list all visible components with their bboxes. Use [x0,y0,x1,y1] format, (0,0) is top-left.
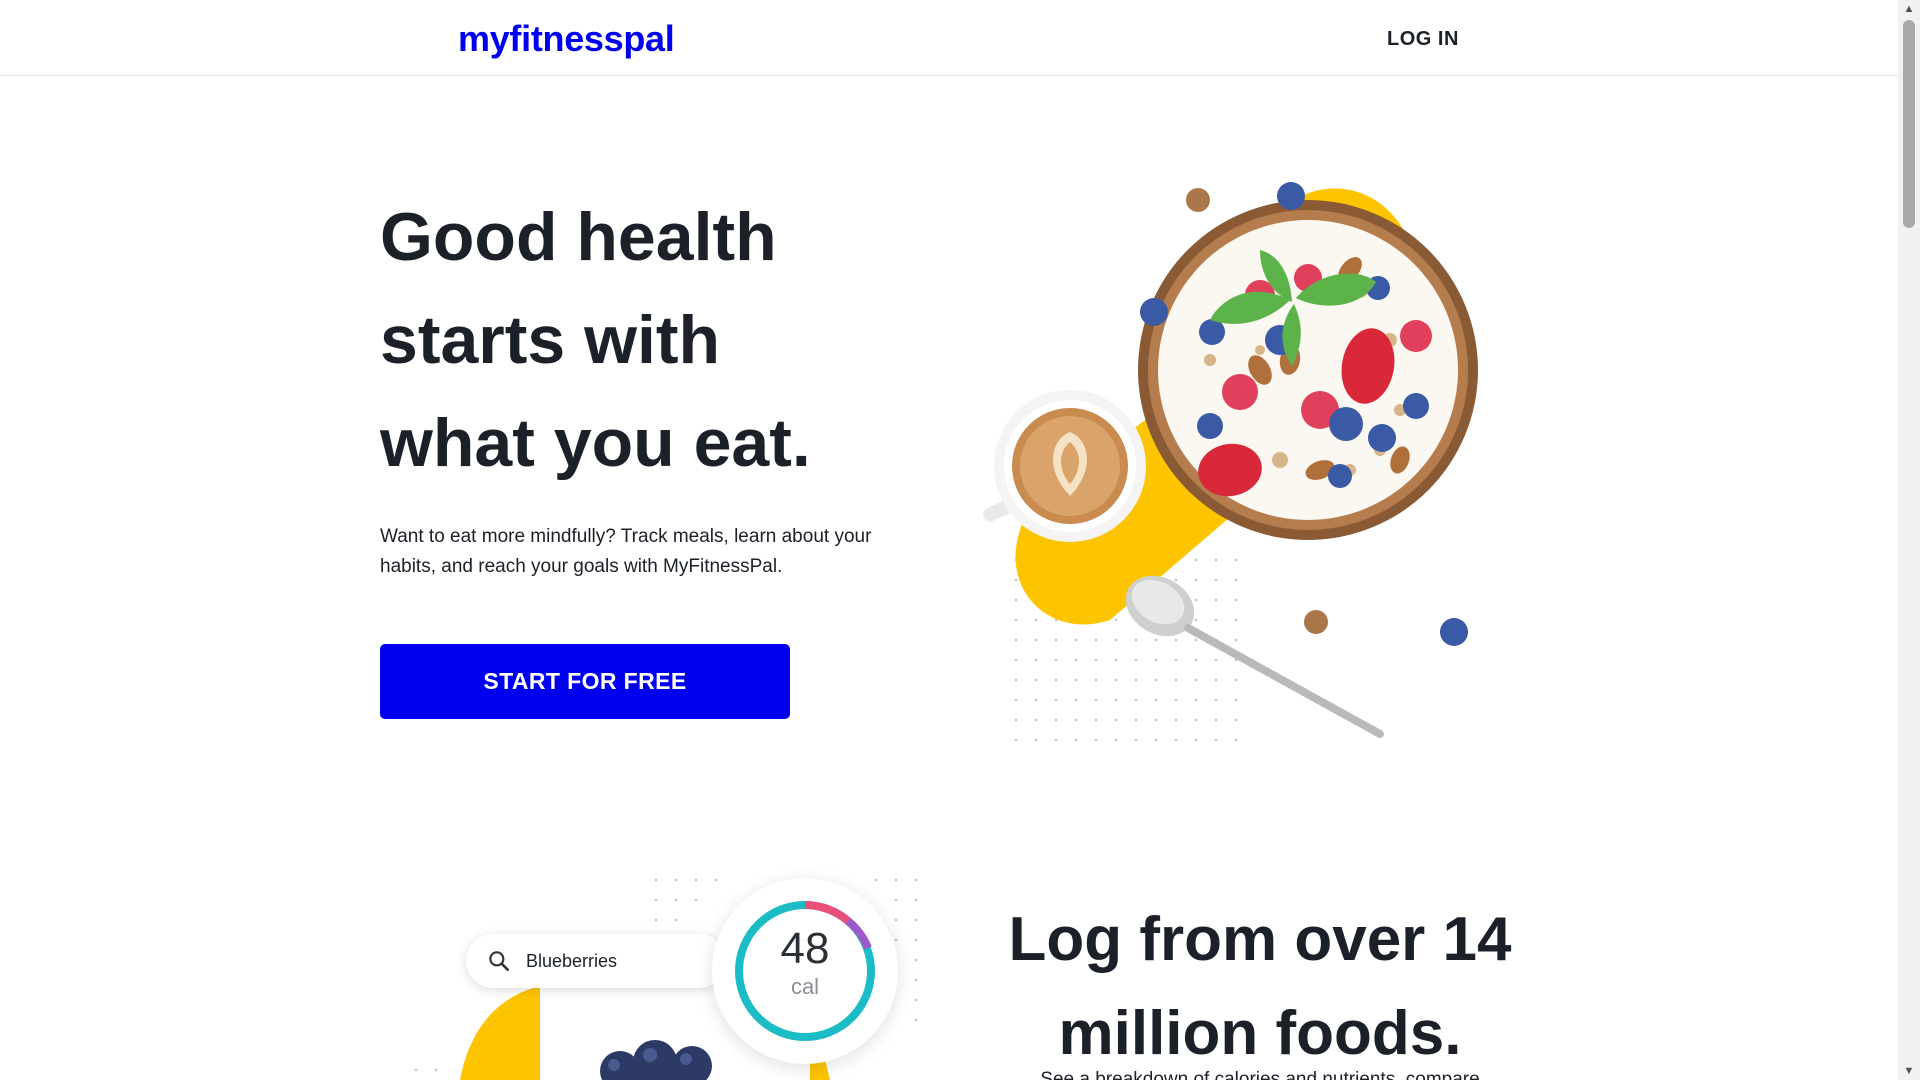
search-value: Blueberries [526,950,618,971]
section-title: Log from over 14 million foods. [980,893,1540,1080]
hero-title: Good health starts with what you eat. [380,186,940,495]
hero-description: Want to eat more mindfully? Track meals,… [380,526,872,577]
coffee-cup [983,390,1146,542]
calorie-value: 48 [780,924,830,973]
login-link[interactable]: LOG IN [1387,28,1459,51]
chevron-up-icon[interactable]: ▲ [1898,0,1920,18]
chevron-down-icon[interactable]: ▼ [1898,1062,1920,1080]
spoon [1125,575,1384,738]
yellow-shape-left [460,986,540,1080]
start-for-free-button[interactable]: START FOR FREE [380,644,790,719]
search-icon [489,951,509,971]
scrollbar-thumb[interactable] [1903,20,1915,228]
page-scrollbar[interactable]: ▲ ▼ [1898,0,1920,1080]
calorie-unit: cal [790,974,820,999]
granola-bowl [1138,200,1478,540]
page: myfitnesspal LOG IN Good health starts w… [0,0,1920,1080]
section-title-line: Log from over 14 [1008,905,1512,974]
site-header: myfitnesspal LOG IN [0,0,1898,76]
food-search-field[interactable]: Blueberries [466,934,726,988]
hero-title-line: what you eat. [380,405,811,481]
breakfast-bowl-image [983,182,1478,742]
hero-breakfast-illustration [960,170,1540,750]
hero-title-line: Good health [380,199,777,275]
calorie-ring: 48 cal [712,878,898,1064]
hero-title-line: starts with [380,302,721,378]
section-description: See a breakdown of calories and nutrient… [1040,1069,1480,1080]
logo-link[interactable]: myfitnesspal [458,18,675,60]
